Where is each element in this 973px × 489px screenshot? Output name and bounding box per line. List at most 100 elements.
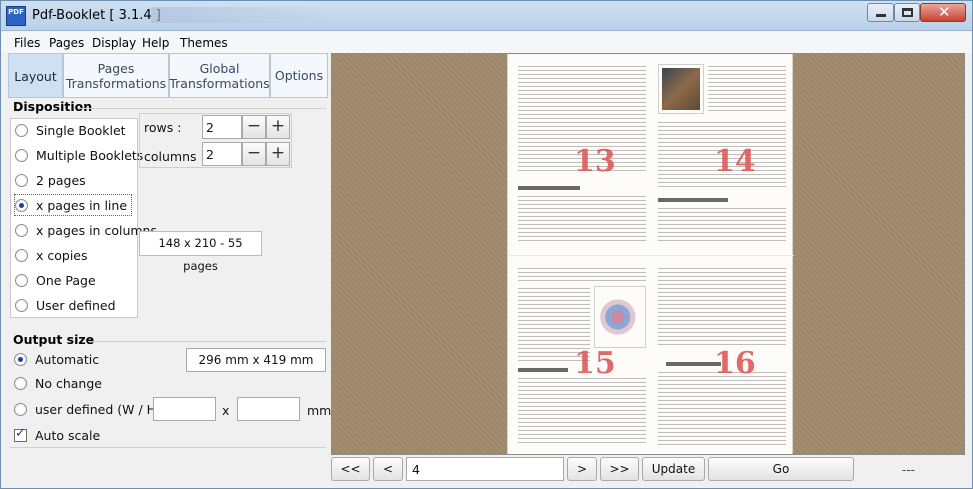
page-number: 13	[574, 144, 616, 179]
preview-page-16: 16	[658, 266, 786, 446]
option-2-pages[interactable]: 2 pages	[15, 170, 86, 190]
tab-options[interactable]: Options	[270, 53, 328, 97]
option-multiple-booklets[interactable]: Multiple Booklets	[15, 145, 143, 165]
page-number: 15	[574, 346, 616, 381]
radio-icon	[15, 148, 28, 162]
tab-global-transformations[interactable]: Global Transformations	[169, 53, 270, 97]
next-page-button[interactable]: >	[567, 457, 597, 481]
app-icon: PDF	[6, 6, 26, 26]
page-text-block	[658, 206, 786, 244]
page-size-info: 148 x 210 - 55 pages	[139, 231, 262, 273]
option-label: 2 pages	[36, 172, 86, 188]
settings-panel: Layout Pages Transformations Global Tran…	[8, 53, 332, 481]
rows-increase-button[interactable]: +	[266, 115, 290, 139]
output-automatic[interactable]: Automatic	[14, 349, 99, 369]
go-button[interactable]: Go	[708, 457, 854, 481]
menu-files[interactable]: Files	[14, 36, 40, 50]
map-image	[598, 290, 642, 344]
radio-icon	[15, 298, 28, 312]
radio-checked-icon	[15, 198, 28, 212]
option-label: x copies	[36, 247, 88, 263]
unit-label: mm	[307, 403, 332, 418]
columns-input[interactable]: 2	[202, 142, 242, 166]
menu-pages[interactable]: Pages	[49, 36, 84, 50]
first-page-button[interactable]: <<	[331, 457, 370, 481]
previous-page-button[interactable]: <	[373, 457, 403, 481]
radio-icon	[15, 223, 28, 237]
radio-icon	[14, 376, 27, 390]
page-map-illustration	[594, 286, 646, 348]
option-x-pages-in-line[interactable]: x pages in line	[13, 194, 133, 216]
height-input[interactable]	[237, 397, 300, 421]
menu-display[interactable]: Display	[92, 36, 136, 50]
radio-icon	[14, 402, 27, 416]
radio-icon	[15, 123, 28, 137]
option-label: Single Booklet	[36, 122, 126, 138]
preview-page-14: 14	[658, 64, 786, 244]
checkbox-checked-icon	[14, 426, 27, 442]
menu-themes[interactable]: Themes	[180, 36, 228, 50]
rows-decrease-button[interactable]: −	[242, 115, 266, 139]
maximize-button[interactable]	[894, 3, 920, 22]
preview-area[interactable]: 13 14 15 16	[331, 53, 965, 455]
option-label: Multiple Booklets	[36, 147, 144, 163]
update-button[interactable]: Update	[642, 457, 705, 481]
auto-scale-checkbox[interactable]: Auto scale	[14, 425, 100, 445]
navigation-bar: << < 4 > >> Update Go ---	[331, 456, 965, 482]
grid-settings: rows : 2 − + columns : 2 − +	[139, 113, 292, 168]
page-heading	[518, 186, 580, 190]
option-label: Automatic	[35, 351, 100, 367]
auto-scale-label: Auto scale	[35, 427, 101, 443]
page-text-block	[708, 64, 786, 114]
menu-bar: Files Pages Display Help Themes	[1, 32, 972, 53]
tab-bar: Layout Pages Transformations Global Tran…	[8, 53, 328, 98]
page-heading	[666, 362, 721, 366]
tab-layout-label: Layout	[14, 68, 57, 84]
last-page-button[interactable]: >>	[600, 457, 639, 481]
tab-pages-transformations[interactable]: Pages Transformations	[63, 53, 169, 97]
radio-icon	[15, 248, 28, 262]
option-one-page[interactable]: One Page	[15, 270, 96, 290]
close-button[interactable]: ✕	[920, 3, 966, 22]
output-size-divider	[88, 341, 326, 342]
page-text-block	[518, 376, 646, 446]
automatic-size-field: 296 mm x 419 mm	[186, 348, 326, 372]
option-x-copies[interactable]: x copies	[15, 245, 88, 265]
width-input[interactable]	[153, 397, 216, 421]
preview-sheet: 13 14 15 16	[507, 54, 794, 454]
option-label: No change	[35, 375, 102, 391]
columns-increase-button[interactable]: +	[266, 142, 290, 166]
status-indicator: ---	[902, 463, 915, 477]
radio-icon	[15, 273, 28, 287]
size-separator: x	[222, 403, 230, 418]
title-bar[interactable]: PDF Pdf-Booklet [ 3.1.4 ] ✕	[1, 1, 972, 31]
page-text-block	[658, 266, 786, 346]
page-number: 14	[714, 144, 756, 179]
radio-checked-icon	[14, 352, 27, 366]
preview-page-15: 15	[518, 266, 646, 446]
columns-label: columns :	[144, 149, 205, 164]
tab-divider	[8, 97, 328, 98]
title-bar-glare	[151, 7, 331, 23]
rows-input[interactable]: 2	[202, 115, 242, 139]
tab-layout[interactable]: Layout	[8, 53, 63, 98]
option-single-booklet[interactable]: Single Booklet	[15, 120, 126, 140]
option-label: One Page	[36, 272, 96, 288]
page-number: 16	[714, 346, 756, 381]
illustration-image	[662, 68, 700, 110]
window-title: Pdf-Booklet [ 3.1.4 ]	[32, 8, 161, 23]
columns-decrease-button[interactable]: −	[242, 142, 266, 166]
output-user-defined[interactable]: user defined (W / H)	[14, 399, 161, 419]
minimize-button[interactable]	[867, 3, 894, 22]
option-user-defined[interactable]: User defined	[15, 295, 116, 315]
page-number-input[interactable]: 4	[406, 457, 564, 481]
page-text-block	[518, 194, 646, 244]
option-x-pages-in-columns[interactable]: x pages in columns	[15, 220, 157, 240]
radio-icon	[15, 173, 28, 187]
page-text-block	[518, 266, 646, 282]
output-no-change[interactable]: No change	[14, 373, 102, 393]
menu-help[interactable]: Help	[142, 36, 169, 50]
minimize-icon	[876, 14, 886, 17]
option-label: user defined (W / H)	[35, 401, 161, 417]
tab-options-label: Options	[274, 68, 324, 83]
